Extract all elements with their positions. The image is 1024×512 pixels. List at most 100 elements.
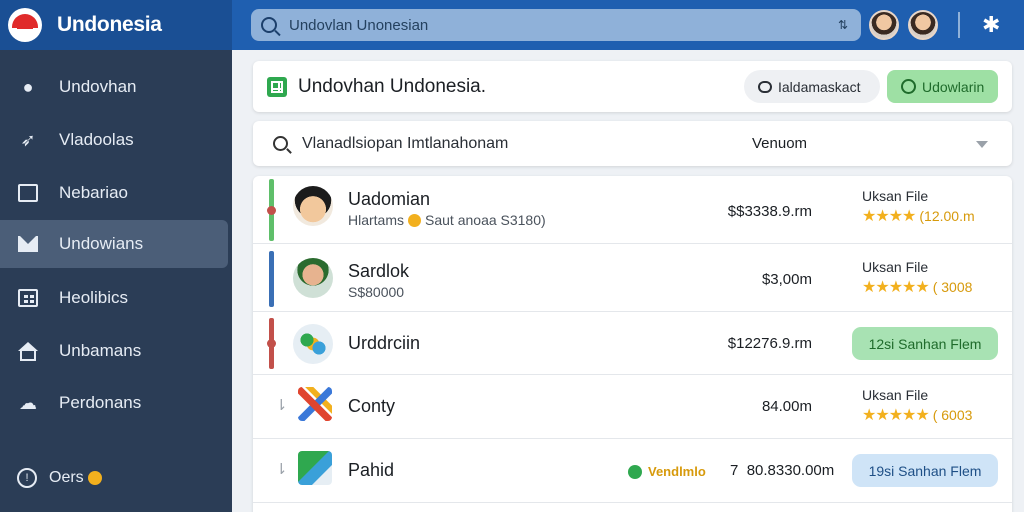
sidebar-item-label: Heolibics [59, 288, 128, 307]
item-amount: 84.00m [761, 398, 812, 415]
rating-value: ( 6003 [932, 407, 973, 423]
item-name: Uadomian [348, 189, 431, 209]
rating: ★★★★ (12.00.m [862, 206, 975, 226]
amount-prefix: 7 [730, 462, 739, 479]
sidebar-item-vladoolas[interactable]: ➶ Vladoolas [0, 116, 228, 164]
item-subtitle: Hlartams Saut anoaa S3180) [348, 212, 546, 228]
rating-label: Uksan File [862, 188, 929, 204]
search-input[interactable] [289, 16, 835, 34]
coin-icon [87, 471, 102, 485]
secondary-action-label: Ialdamaskact [778, 78, 861, 95]
avatar [293, 186, 333, 226]
inline-status: Vendlmlo [628, 464, 706, 479]
item-subtitle-left: Hlartams [348, 212, 405, 228]
check-circle-icon [628, 464, 642, 479]
primary-action-label: Udowlarin [922, 78, 985, 95]
sidebar-item-perdonans[interactable]: ☁ Perdonans [0, 379, 228, 427]
app-thumbnail-icon [293, 324, 333, 364]
list-item[interactable]: ⇂ Conty 84.00m Uksan File ★★★★★ ( 6003 [253, 375, 1012, 439]
list-item[interactable]: Uadomian Hlartams Saut anoaa S3180) $$33… [253, 176, 1012, 244]
sidebar-item-label: Nebariao [59, 183, 128, 202]
rating-value: (12.00.m [919, 208, 975, 224]
chevron-down-icon[interactable] [976, 141, 988, 148]
sidebar-item-label: Perdonans [59, 393, 142, 412]
rating-value: ( 3008 [932, 279, 973, 295]
cloud-icon: ☁ [19, 392, 37, 413]
results-list: Uadomian Hlartams Saut anoaa S3180) $$33… [253, 176, 1012, 512]
filter-bar: Venuom [253, 121, 1012, 166]
item-amount: $12276.9.rm [727, 335, 812, 352]
filter-toggle-icon[interactable]: ⇅ [835, 17, 851, 33]
item-name: Conty [348, 396, 396, 416]
sidebar-footer-user[interactable]: ! Oers [17, 468, 102, 488]
toolbar-divider [958, 12, 960, 38]
item-name: Sardlok [348, 261, 410, 281]
top-bar: Undonesia ⇅ ✱ [0, 0, 1024, 50]
spreadsheet-icon [267, 76, 287, 97]
brand-name: Undonesia [57, 13, 162, 36]
chat-icon [758, 80, 772, 93]
sort-dropdown-value[interactable]: Venuom [752, 135, 807, 152]
rating-label: Uksan File [862, 259, 929, 275]
item-amount: $$3338.9.rm [727, 203, 812, 220]
avatar [293, 258, 333, 298]
expand-arrow-icon[interactable]: ⇂ [275, 460, 288, 478]
user-avatar-1[interactable] [869, 10, 899, 40]
page-header: Undovhan Undonesia. Ialdamaskact Udowlar… [253, 61, 1012, 112]
sidebar: ● Undovhan ➶ Vladoolas Nebariao Undowian… [0, 50, 232, 512]
filter-input[interactable] [302, 134, 722, 153]
monitor-icon [17, 182, 39, 204]
search-bar[interactable]: ⇅ [251, 9, 861, 41]
mail-icon [17, 233, 39, 255]
rating: ★★★★★ ( 3008 [862, 277, 972, 297]
primary-action-button[interactable]: Udowlarin [887, 70, 998, 103]
brand[interactable]: Undonesia [0, 0, 232, 50]
info-circle-icon: ! [17, 468, 37, 488]
sidebar-item-undowians[interactable]: Undowians [0, 220, 228, 268]
sidebar-item-label: Vladoolas [59, 130, 134, 149]
home-icon [17, 340, 39, 362]
list-item[interactable]: Urddrciin $12276.9.rm 12si Sanhan Flem [253, 312, 1012, 375]
list-item[interactable]: Sardlok S$80000 $3,00m Uksan File ★★★★★ … [253, 244, 1012, 312]
sidebar-footer-label: Oers [49, 469, 84, 486]
sidebar-item-nebariao[interactable]: Nebariao [0, 169, 228, 217]
smile-icon [901, 79, 916, 94]
grid-icon [17, 287, 39, 309]
sidebar-item-unbamans[interactable]: Unbamans [0, 327, 228, 375]
globe-icon: ● [22, 76, 34, 97]
row-status-bar [267, 318, 276, 369]
sidebar-item-label: Undovhan [59, 77, 137, 96]
star-rating-icon: ★★★★★ [862, 407, 930, 424]
page-title: Undovhan Undonesia. [298, 75, 487, 97]
star-rating-icon: ★★★★ [862, 208, 916, 225]
item-subtitle-right: Saut anoaa S3180) [425, 212, 546, 228]
rating-label: Uksan File [862, 387, 929, 403]
sidebar-item-undovhan[interactable]: ● Undovhan [0, 63, 228, 111]
verified-badge-icon [408, 213, 422, 227]
user-avatar-2[interactable] [908, 10, 938, 40]
status-badge[interactable]: 19si Sanhan Flem [852, 454, 998, 487]
item-subtitle: S$80000 [348, 284, 405, 300]
sidebar-item-label: Unbamans [59, 341, 142, 360]
sidebar-item-label: Undowians [59, 234, 144, 253]
app-thumbnail-icon [298, 387, 332, 421]
row-status-bar [269, 251, 274, 307]
item-name: Pahid [348, 460, 395, 480]
item-amount: 7 80.8330.00m [730, 462, 834, 479]
rating: ★★★★★ ( 6003 [862, 405, 972, 425]
status-badge[interactable]: 12si Sanhan Flem [852, 327, 998, 360]
row-status-bar [267, 179, 276, 241]
sidebar-item-heolibics[interactable]: Heolibics [0, 274, 228, 322]
search-icon [273, 136, 288, 151]
list-item[interactable]: ⇂ Pahid Vendlmlo 7 80.8330.00m 19si Sanh… [253, 439, 1012, 503]
expand-arrow-icon[interactable]: ⇂ [275, 396, 288, 414]
star-rating-icon: ★★★★★ [862, 279, 930, 296]
item-amount: $3,00m [761, 271, 812, 288]
bird-icon: ➶ [20, 129, 36, 150]
secondary-action-button[interactable]: Ialdamaskact [744, 70, 880, 103]
amount-value: 80.8330.00m [746, 462, 835, 479]
settings-gear-icon[interactable]: ✱ [982, 12, 1000, 38]
app-logo-icon [8, 8, 42, 42]
inline-status-label: Vendlmlo [648, 464, 706, 479]
item-name: Urddrciin [348, 333, 421, 353]
